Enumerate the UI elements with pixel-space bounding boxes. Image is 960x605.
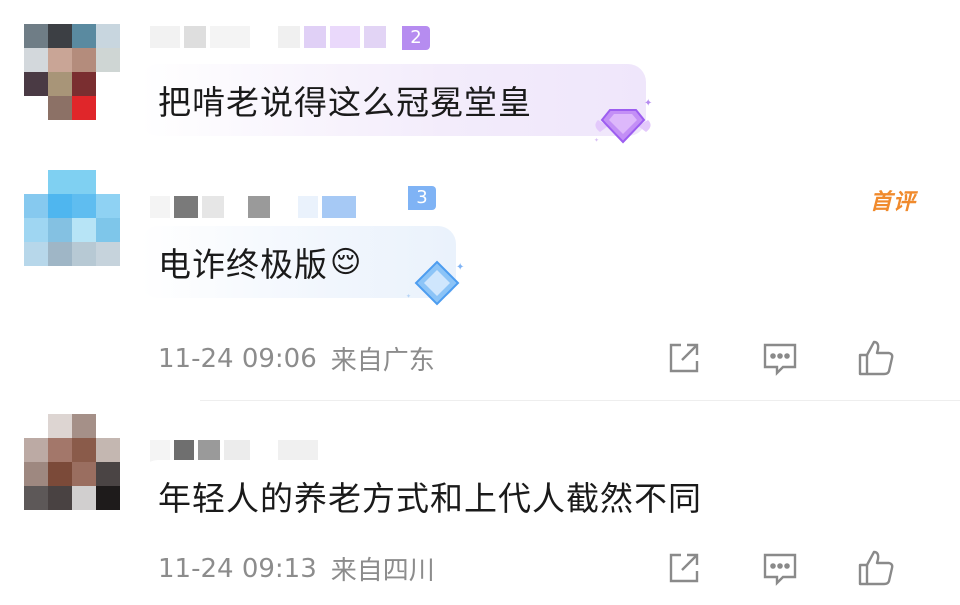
like-icon — [858, 550, 894, 586]
avatar[interactable] — [24, 414, 120, 510]
like-button[interactable] — [828, 546, 924, 590]
comment-item: 3 首评 电诈终极版 😌 ✦ ✦ 11-24 09:06 来自广东 — [0, 160, 960, 400]
svg-text:✦: ✦ — [644, 98, 652, 109]
gem-badge-icon: ✦ ✦ — [590, 96, 656, 154]
comment-text: 电诈终极版 — [158, 245, 328, 284]
avatar[interactable] — [24, 24, 120, 120]
comment-time: 11-24 09:06 — [158, 343, 317, 374]
like-icon — [858, 340, 894, 376]
comment-icon — [763, 553, 797, 586]
svg-text:✦: ✦ — [406, 293, 411, 300]
svg-text:✦: ✦ — [594, 137, 599, 144]
emoji: 😌 — [330, 244, 363, 280]
comment-actions — [636, 336, 924, 380]
comment-time: 11-24 09:13 — [158, 553, 317, 584]
username-blurred[interactable] — [150, 440, 322, 462]
reply-button[interactable] — [732, 336, 828, 380]
comment-meta: 11-24 09:06 来自广东 — [158, 340, 435, 377]
comment-location: 来自四川 — [330, 556, 435, 586]
svg-text:✦: ✦ — [456, 262, 464, 273]
first-comment-badge: 首评 — [869, 190, 916, 215]
comment-actions — [636, 546, 924, 590]
comment-item: 年轻人的养老方式和上代人截然不同 11-24 09:13 来自四川 — [0, 400, 960, 605]
comment-bubble[interactable]: 把啃老说得这么冠冕堂皇 — [140, 64, 646, 136]
share-button[interactable] — [636, 546, 732, 590]
gem-badge-icon: ✦ ✦ — [404, 258, 470, 312]
username-blurred[interactable] — [150, 196, 360, 218]
like-button[interactable] — [828, 336, 924, 380]
share-icon — [669, 553, 699, 583]
reply-button[interactable] — [732, 546, 828, 590]
share-button[interactable] — [636, 336, 732, 380]
comment-icon — [763, 343, 797, 376]
avatar[interactable] — [24, 170, 120, 266]
level-badge: 2 — [402, 26, 430, 50]
comment-text: 把啃老说得这么冠冕堂皇 — [158, 83, 532, 122]
username-blurred[interactable] — [150, 26, 390, 48]
level-badge: 3 — [408, 186, 436, 210]
comment-bubble[interactable]: 年轻人的养老方式和上代人截然不同 — [140, 460, 816, 532]
share-icon — [669, 343, 699, 373]
comment-location: 来自广东 — [330, 346, 435, 376]
comment-meta: 11-24 09:13 来自四川 — [158, 550, 435, 587]
comment-text: 年轻人的养老方式和上代人截然不同 — [158, 479, 702, 518]
comment-item: 2 把啃老说得这么冠冕堂皇 ✦ ✦ — [0, 0, 960, 160]
